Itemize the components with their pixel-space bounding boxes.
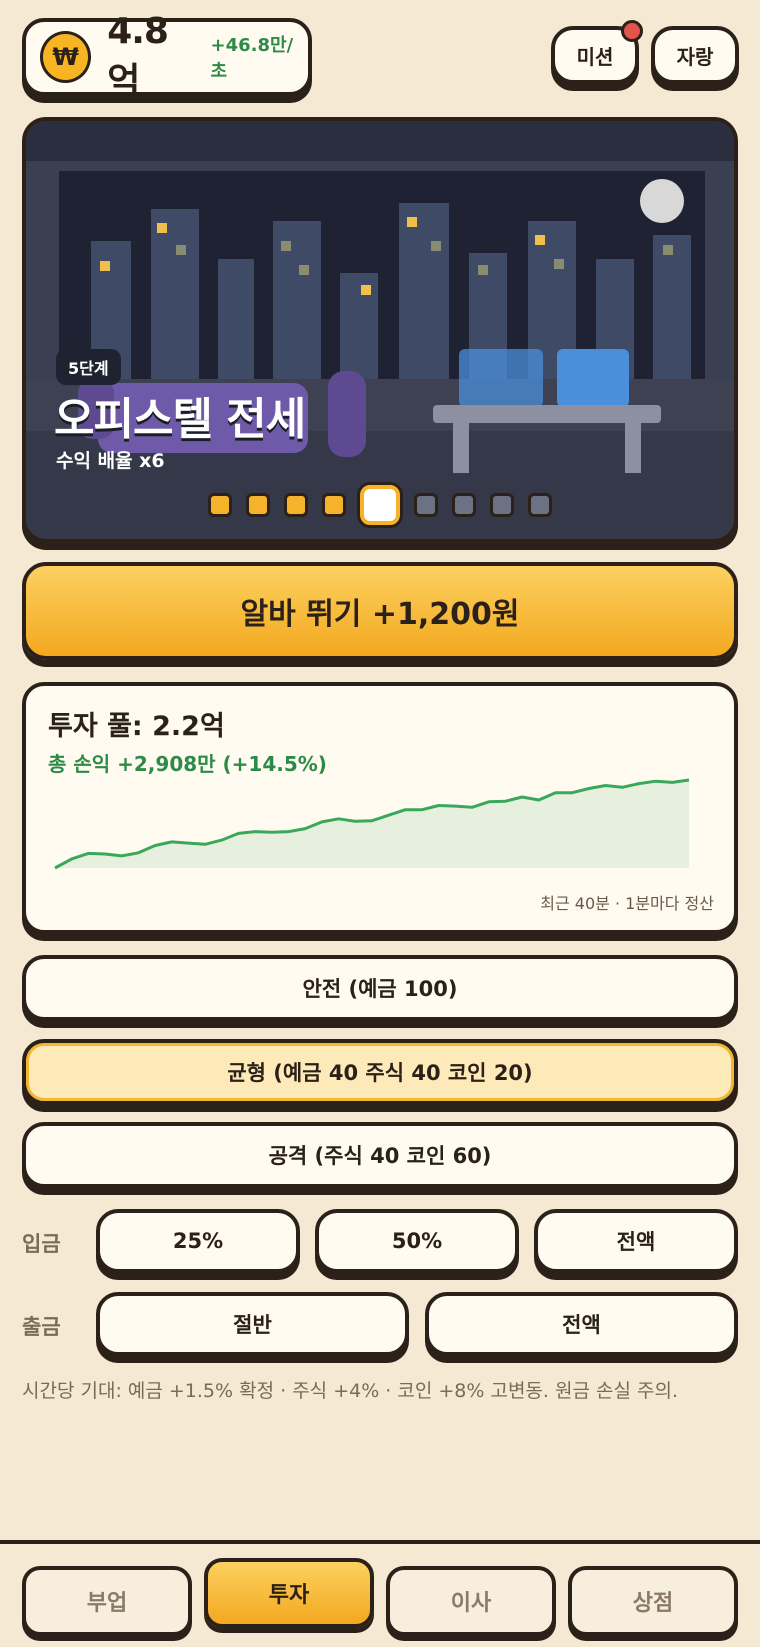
invest-profit: 총 손익 +2,908만 (+14.5%) [48,752,327,776]
stage-dot-current [360,485,400,525]
stage-dot-locked [528,493,552,517]
withdraw-half-button[interactable]: 절반 [96,1292,409,1356]
profit-area [55,780,689,868]
profit-chart [54,778,690,870]
stage-badge: 5단계 [56,349,121,385]
notification-dot-icon [621,20,643,42]
tab-shop[interactable]: 상점 [568,1566,738,1636]
deposit-all-button[interactable]: 전액 [534,1209,738,1273]
stage-name: 오피스텔 전세 [54,394,306,445]
stage-dot-cleared [246,493,270,517]
work-button[interactable]: 알바 뛰기 +1,200원 [22,562,738,660]
strategy-safe-button[interactable]: 안전 (예금 100) [22,955,738,1021]
bottom-nav: 부업 투자 이사 상점 [0,1540,760,1647]
mission-label: 미션 [576,44,614,69]
money-value: 4.8억 [107,10,169,102]
expected-return-hint: 시간당 기대: 예금 +1.5% 확정 · 주식 +4% · 코인 +8% 고변… [22,1380,678,1402]
invest-pool: 투자 풀: 2.2억 [48,711,225,742]
withdraw-label: 출금 [22,1315,61,1339]
stage-dot-locked [414,493,438,517]
withdraw-all-button[interactable]: 전액 [425,1292,738,1356]
income-rate: +46.8만/초 [210,35,294,82]
strategy-label: 균형 (예금 40 주식 40 코인 20) [227,1061,533,1085]
deposit-25-button[interactable]: 25% [96,1209,300,1273]
deposit-label: 입금 [22,1232,61,1256]
tab-side-job[interactable]: 부업 [22,1566,192,1636]
stage-dot-cleared [208,493,232,517]
won-coin-icon: ₩ [40,31,92,83]
stage-dot-cleared [284,493,308,517]
stage-scene: 5단계 오피스텔 전세 수익 배율 x6 [22,117,738,543]
strategy-aggressive-button[interactable]: 공격 (주식 40 코인 60) [22,1122,738,1188]
settlement-note: 최근 40분 · 1분마다 정산 [540,894,714,913]
brag-label: 자랑 [676,44,714,69]
brag-button[interactable]: 자랑 [651,26,739,84]
mission-button[interactable]: 미션 [551,20,643,84]
stage-dot-locked [452,493,476,517]
deposit-50-button[interactable]: 50% [315,1209,519,1273]
stage-progress [26,485,734,525]
stage-dot-locked [490,493,514,517]
stage-dot-cleared [322,493,346,517]
strategy-balanced-button[interactable]: 균형 (예금 40 주식 40 코인 20) [22,1039,738,1105]
tab-move[interactable]: 이사 [386,1566,556,1636]
invest-panel: 투자 풀: 2.2억 총 손익 +2,908만 (+14.5%) 최근 40분 … [22,682,738,934]
money-display: ₩ 4.8억 +46.8만/초 [22,11,312,102]
tab-invest[interactable]: 투자 [204,1558,374,1628]
strategy-label: 안전 (예금 100) [302,977,458,1001]
officetel-illustration [26,121,734,539]
income-multiplier: 수익 배율 x6 [56,450,165,472]
strategy-label: 공격 (주식 40 코인 60) [268,1144,492,1168]
